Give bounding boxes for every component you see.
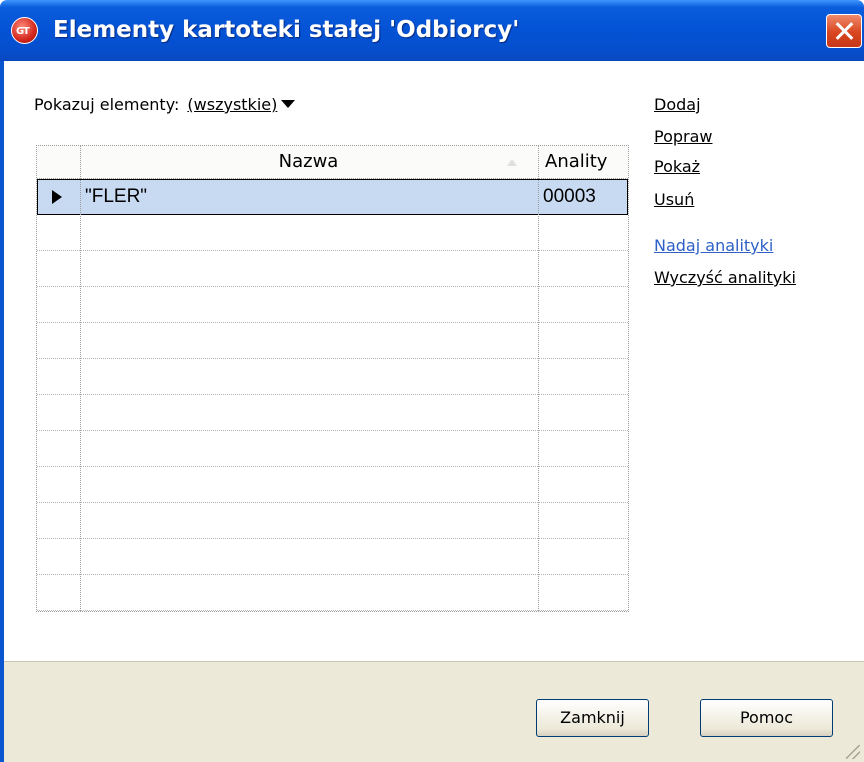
nadaj-analityki-link[interactable]: Nadaj analityki — [654, 236, 773, 255]
close-window-button[interactable] — [826, 14, 862, 48]
table-row[interactable]: "FLER" 00003 — [37, 179, 628, 215]
elements-grid[interactable]: Nazwa Anality "FLER" 00003 — [36, 145, 629, 612]
dropdown-arrow-icon[interactable] — [281, 100, 296, 108]
filter-dropdown[interactable]: (wszystkie) — [187, 95, 277, 114]
empty-row — [37, 539, 628, 575]
empty-row — [37, 287, 628, 323]
cell-analityka: 00003 — [543, 186, 596, 207]
button-bar: Zamknij Pomoc — [4, 661, 864, 762]
column-divider — [538, 146, 539, 611]
column-header-nazwa[interactable]: Nazwa — [80, 146, 537, 178]
empty-row — [37, 323, 628, 359]
resize-grip-icon[interactable] — [846, 745, 860, 759]
empty-row — [37, 395, 628, 431]
client-area: Pokazuj elementy: (wszystkie) Nazwa Anali… — [4, 61, 864, 762]
pokaz-link[interactable]: Pokaż — [654, 157, 700, 176]
filter-label: Pokazuj elementy: — [34, 95, 180, 114]
empty-row — [37, 359, 628, 395]
column-divider — [80, 146, 81, 611]
row-pointer-icon — [52, 190, 62, 204]
dialog-window: GT Elementy kartoteki stałej 'Odbiorcy' … — [0, 0, 864, 762]
title-bar[interactable]: GT Elementy kartoteki stałej 'Odbiorcy' — [0, 0, 864, 61]
empty-row — [37, 215, 628, 251]
sort-ascending-icon — [507, 159, 517, 166]
popraw-link[interactable]: Popraw — [654, 127, 713, 146]
column-header-analityka[interactable]: Anality — [540, 146, 628, 178]
empty-row — [37, 431, 628, 467]
grid-header: Nazwa Anality — [37, 146, 628, 179]
zamknij-button[interactable]: Zamknij — [536, 699, 649, 737]
window-title: Elementy kartoteki stałej 'Odbiorcy' — [53, 17, 520, 43]
usun-link[interactable]: Usuń — [654, 190, 694, 209]
empty-row — [37, 503, 628, 539]
empty-row — [37, 467, 628, 503]
pomoc-button[interactable]: Pomoc — [700, 699, 833, 737]
dodaj-link[interactable]: Dodaj — [654, 95, 701, 114]
empty-row — [37, 575, 628, 611]
filter-row: Pokazuj elementy: (wszystkie) — [34, 95, 296, 114]
wyczysc-analityki-link[interactable]: Wyczyść analityki — [654, 268, 796, 287]
app-logo-icon: GT — [11, 17, 38, 44]
empty-row — [37, 251, 628, 287]
cell-nazwa: "FLER" — [85, 186, 148, 207]
